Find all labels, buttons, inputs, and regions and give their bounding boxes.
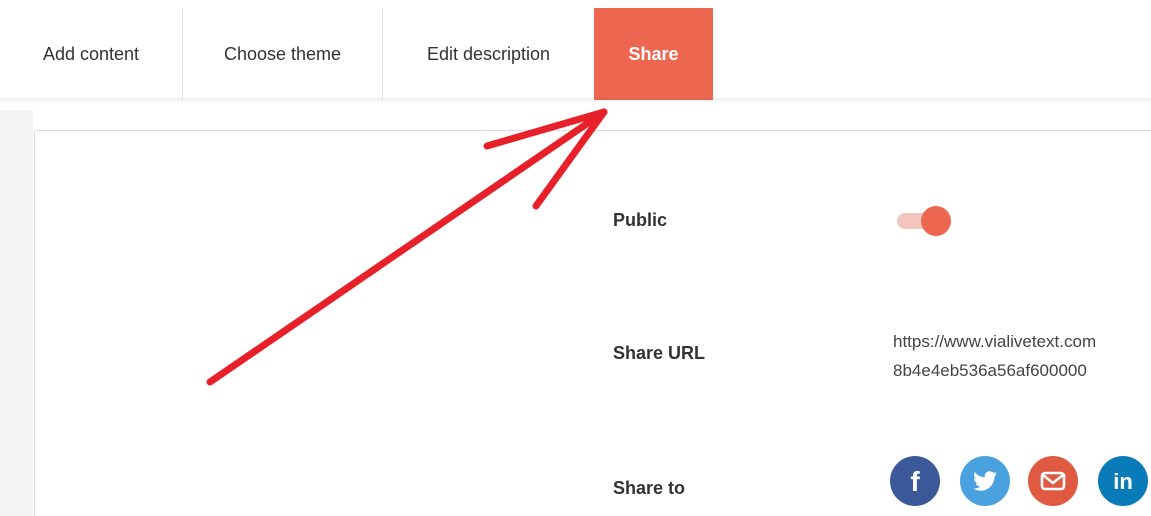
share-facebook-button[interactable]: f (890, 456, 940, 506)
svg-text:in: in (1113, 469, 1133, 494)
editor-tab-bar: Add content Choose theme Edit descriptio… (0, 8, 1151, 100)
share-settings-page: Add content Choose theme Edit descriptio… (0, 0, 1151, 516)
tab-choose-theme[interactable]: Choose theme (183, 8, 383, 100)
tab-share[interactable]: Share (594, 8, 713, 100)
public-toggle[interactable] (895, 204, 953, 236)
public-toggle-knob (921, 206, 951, 236)
share-url-line-2: 8b4e4eb536a56af600000 (893, 361, 1087, 380)
svg-text:f: f (910, 466, 920, 497)
share-linkedin-button[interactable]: in (1098, 456, 1148, 506)
share-url-line-1: https://www.vialivetext.com (893, 332, 1097, 351)
share-email-button[interactable] (1028, 456, 1078, 506)
twitter-icon (973, 471, 997, 491)
share-twitter-button[interactable] (960, 456, 1010, 506)
tab-edit-description[interactable]: Edit description (383, 8, 594, 100)
tab-bar-shadow (0, 98, 1151, 104)
facebook-icon: f (910, 466, 920, 497)
tab-add-content[interactable]: Add content (0, 8, 183, 100)
email-icon (1040, 471, 1066, 491)
share-url-value[interactable]: https://www.vialivetext.com 8b4e4eb536a5… (893, 327, 1151, 385)
share-to-label: Share to (613, 478, 686, 498)
share-url-label: Share URL (613, 343, 706, 363)
linkedin-icon: in (1113, 469, 1133, 494)
left-gutter (0, 110, 33, 516)
public-label: Public (613, 210, 668, 230)
